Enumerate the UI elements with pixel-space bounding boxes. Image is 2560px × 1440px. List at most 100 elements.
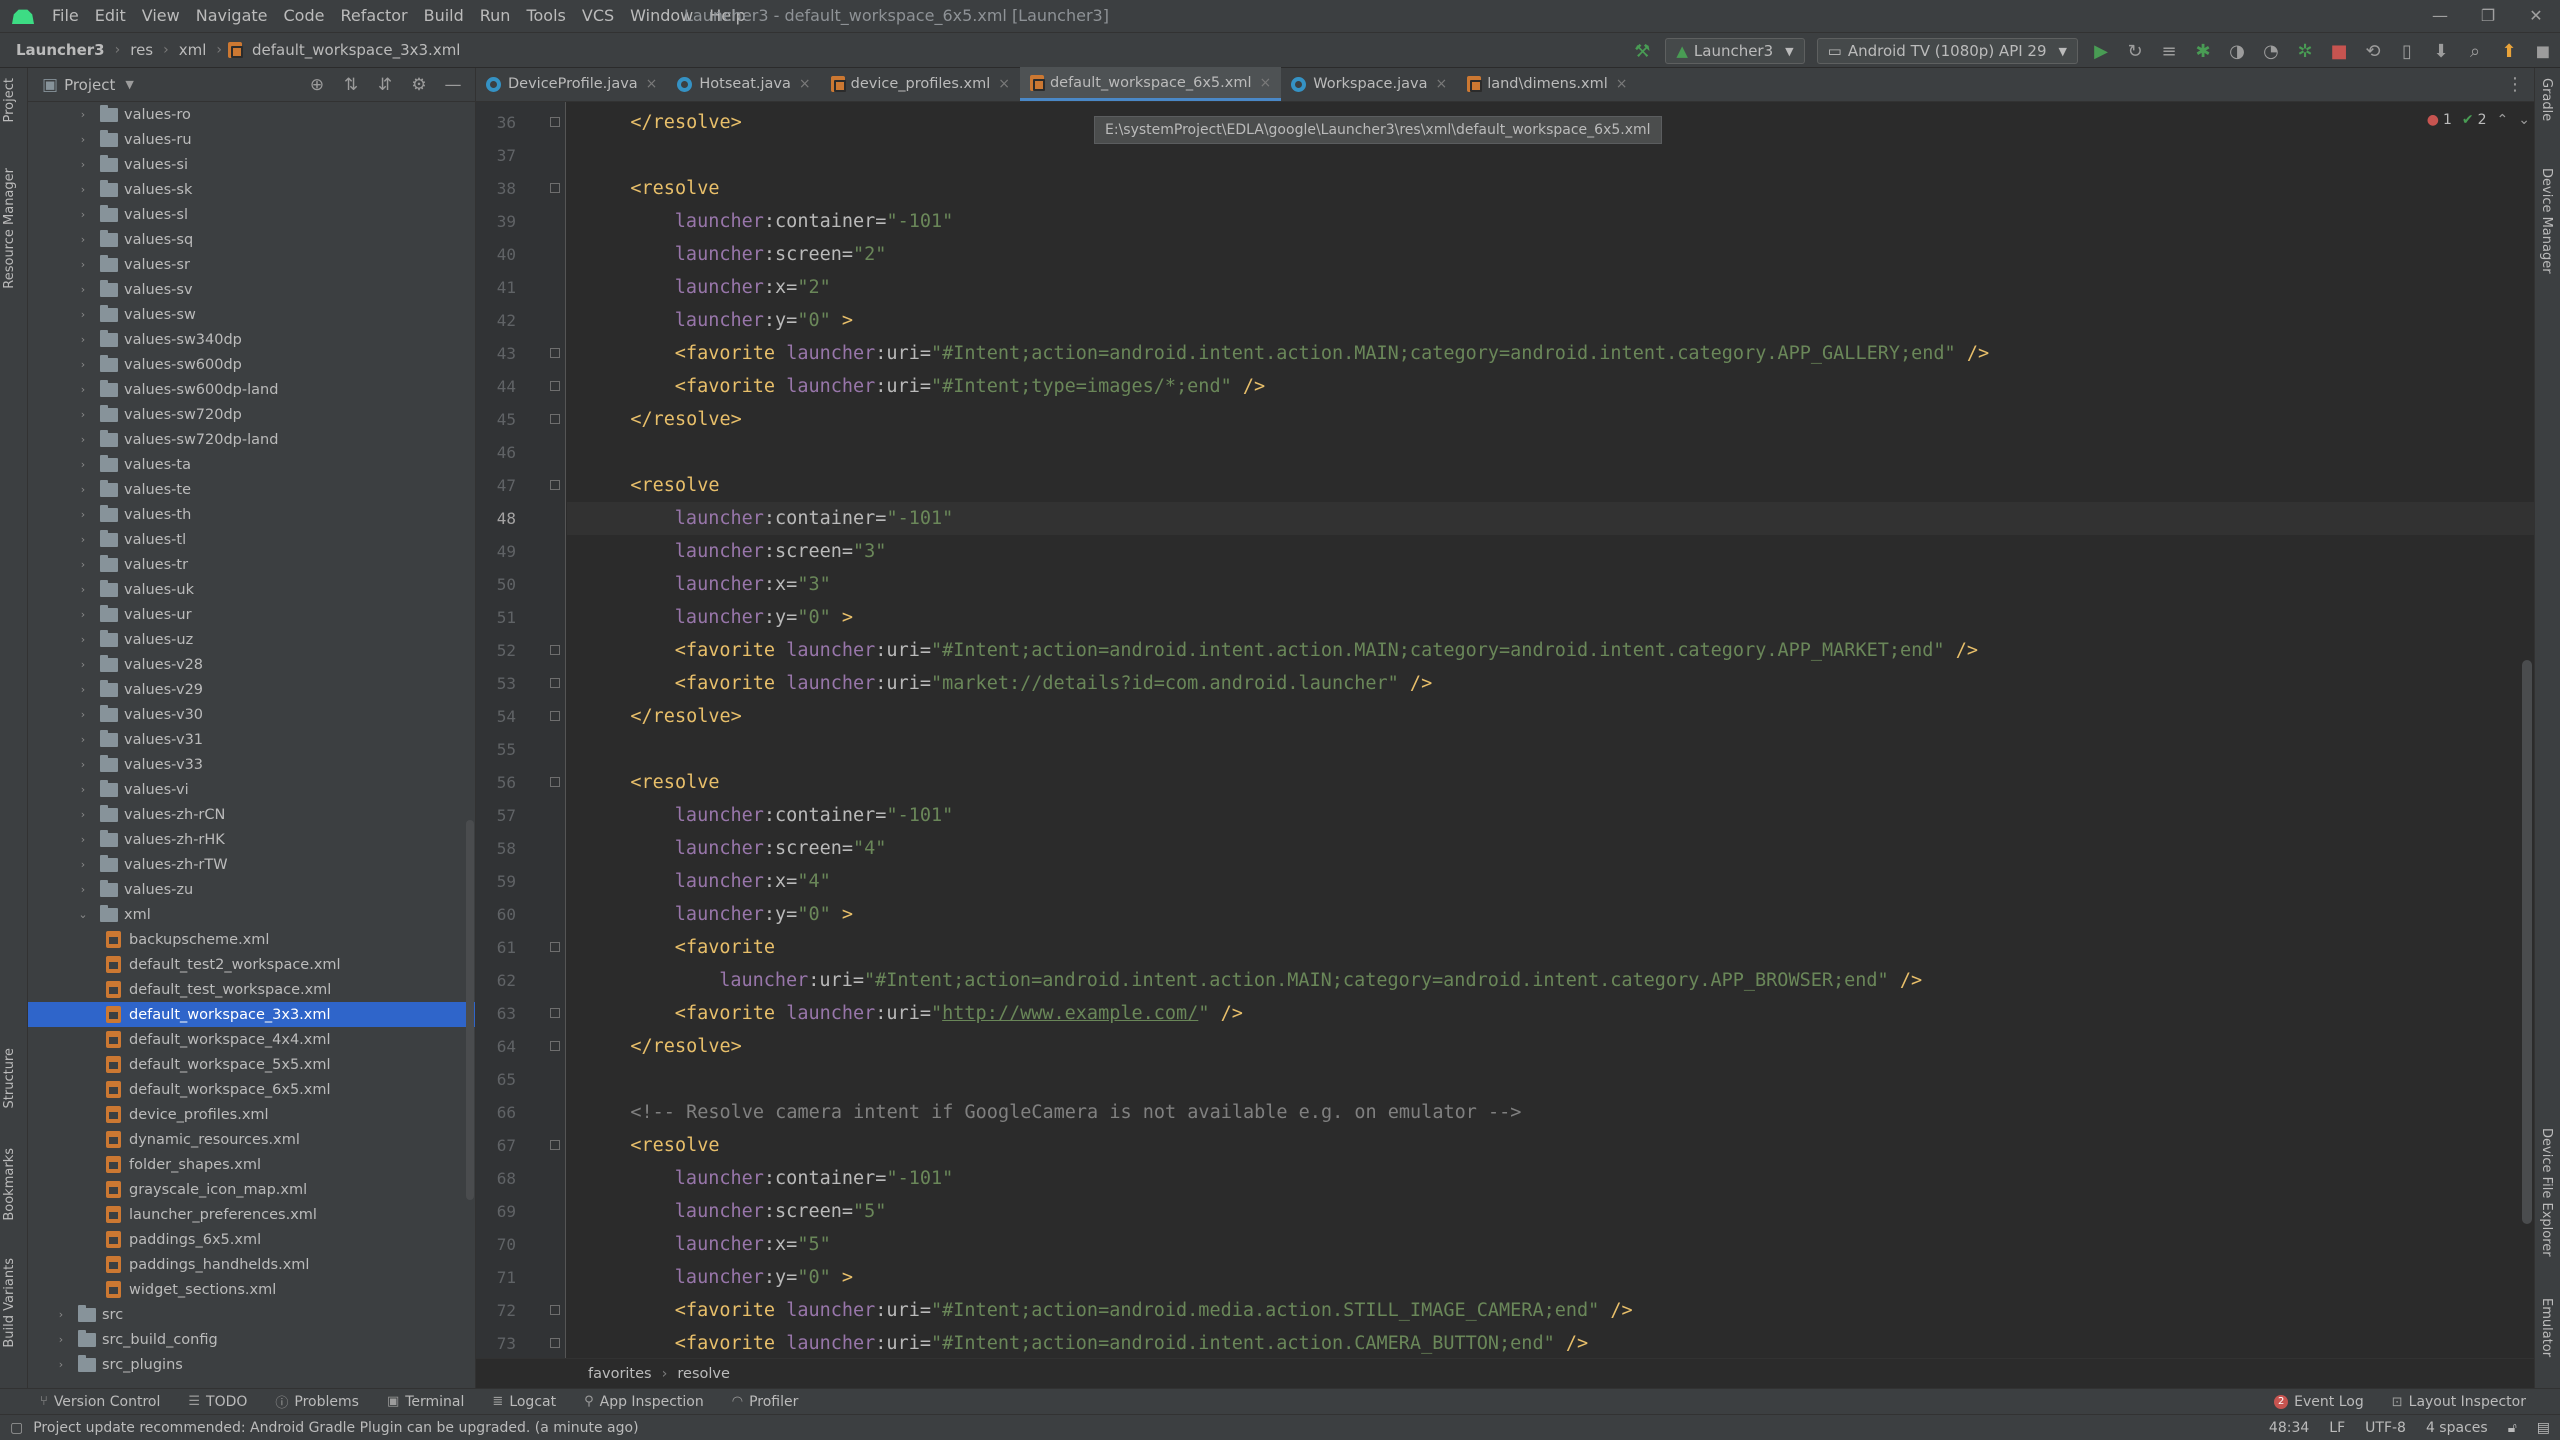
- chevron-right-icon[interactable]: ›: [76, 833, 90, 846]
- tree-folder[interactable]: › src_build_config: [28, 1327, 475, 1352]
- code-line[interactable]: <resolve: [586, 766, 719, 799]
- code-line[interactable]: launcher:uri="#Intent;action=android.int…: [586, 964, 1922, 997]
- editor-tab[interactable]: device_profiles.xml ×: [821, 67, 1020, 101]
- close-tab-icon[interactable]: ×: [1616, 76, 1628, 92]
- tree-folder[interactable]: › values-te: [28, 477, 475, 502]
- chevron-right-icon[interactable]: ›: [76, 433, 90, 446]
- locate-file-icon[interactable]: ⊕: [303, 75, 331, 95]
- code-line[interactable]: <resolve: [586, 469, 719, 502]
- tree-folder[interactable]: › values-tr: [28, 552, 475, 577]
- tree-folder[interactable]: › values-sw: [28, 302, 475, 327]
- file-encoding[interactable]: UTF-8: [2365, 1420, 2406, 1436]
- chevron-right-icon[interactable]: ›: [76, 583, 90, 596]
- close-tab-icon[interactable]: ×: [1435, 76, 1447, 92]
- avatar[interactable]: ◼: [2526, 33, 2560, 69]
- chevron-right-icon[interactable]: ›: [76, 458, 90, 471]
- search-icon[interactable]: ⌕: [2458, 33, 2492, 69]
- tree-folder[interactable]: › values-v33: [28, 752, 475, 777]
- line-number[interactable]: 45: [476, 410, 516, 429]
- code-line[interactable]: launcher:screen="3": [586, 535, 887, 568]
- layout-inspector-button[interactable]: ⊡ Layout Inspector: [2378, 1394, 2540, 1410]
- more-tabs-icon[interactable]: ⋮: [2506, 68, 2524, 102]
- tree-folder[interactable]: › values-th: [28, 502, 475, 527]
- fold-marker-icon[interactable]: [550, 1338, 560, 1348]
- close-tab-icon[interactable]: ×: [799, 76, 811, 92]
- chevron-right-icon[interactable]: ›: [76, 883, 90, 896]
- tree-folder[interactable]: › values-zh-rTW: [28, 852, 475, 877]
- fold-marker-icon[interactable]: [550, 942, 560, 952]
- line-number[interactable]: 43: [476, 344, 516, 363]
- close-icon[interactable]: ✕: [2512, 0, 2560, 32]
- tree-file[interactable]: dynamic_resources.xml: [28, 1127, 475, 1152]
- line-number[interactable]: 37: [476, 146, 516, 165]
- tree-folder[interactable]: › values-ru: [28, 127, 475, 152]
- menu-code[interactable]: Code: [276, 0, 333, 32]
- chevron-right-icon[interactable]: ›: [76, 358, 90, 371]
- line-number[interactable]: 61: [476, 938, 516, 957]
- chevron-right-icon[interactable]: ›: [76, 333, 90, 346]
- tool-todo[interactable]: ☰ TODO: [174, 1392, 261, 1411]
- line-number[interactable]: 66: [476, 1103, 516, 1122]
- line-number[interactable]: 36: [476, 113, 516, 132]
- chevron-right-icon[interactable]: ›: [76, 233, 90, 246]
- line-number[interactable]: 70: [476, 1235, 516, 1254]
- line-number[interactable]: 71: [476, 1268, 516, 1287]
- tree-folder[interactable]: › values-sl: [28, 202, 475, 227]
- line-number[interactable]: 62: [476, 971, 516, 990]
- fold-marker-icon[interactable]: [550, 1305, 560, 1315]
- breadcrumb-resolve[interactable]: resolve: [677, 1366, 730, 1382]
- breadcrumb-project[interactable]: Launcher3: [0, 41, 109, 59]
- chevron-right-icon[interactable]: ›: [76, 783, 90, 796]
- chevron-right-icon[interactable]: ›: [76, 608, 90, 621]
- fold-marker-icon[interactable]: [550, 1140, 560, 1150]
- line-number[interactable]: 51: [476, 608, 516, 627]
- line-number[interactable]: 39: [476, 212, 516, 231]
- code-line[interactable]: </resolve>: [586, 1030, 741, 1063]
- tree-folder[interactable]: › values-sw600dp: [28, 352, 475, 377]
- code-line[interactable]: launcher:screen="2": [586, 238, 887, 271]
- menu-tools[interactable]: Tools: [518, 0, 573, 32]
- line-number[interactable]: 72: [476, 1301, 516, 1320]
- chevron-right-icon[interactable]: ›: [76, 733, 90, 746]
- tab-gradle[interactable]: Gradle: [2539, 78, 2554, 121]
- tab-resource-manager[interactable]: Resource Manager: [2, 168, 17, 289]
- editor-scrollbar[interactable]: [2522, 660, 2532, 1224]
- update-icon[interactable]: ⬆: [2492, 33, 2526, 69]
- code-line[interactable]: launcher:container="-101": [586, 1162, 953, 1195]
- fold-marker-icon[interactable]: [550, 777, 560, 787]
- fold-marker-icon[interactable]: [550, 414, 560, 424]
- line-number[interactable]: 57: [476, 806, 516, 825]
- line-number[interactable]: 69: [476, 1202, 516, 1221]
- code-line[interactable]: </resolve>: [586, 403, 741, 436]
- fold-marker-icon[interactable]: [550, 711, 560, 721]
- tool-app-inspection[interactable]: ⚲ App Inspection: [570, 1392, 718, 1411]
- code-line[interactable]: </resolve>: [586, 700, 741, 733]
- gear-icon[interactable]: ⚙: [405, 75, 433, 95]
- chevron-right-icon[interactable]: ›: [76, 858, 90, 871]
- code-line[interactable]: launcher:y="0" >: [586, 1261, 853, 1294]
- chevron-down-icon[interactable]: ⌄: [2518, 112, 2530, 128]
- minimize-icon[interactable]: —: [2416, 0, 2464, 32]
- tool-problems[interactable]: ⓘ Problems: [261, 1392, 373, 1412]
- line-number[interactable]: 59: [476, 872, 516, 891]
- tree-file[interactable]: launcher_preferences.xml: [28, 1202, 475, 1227]
- code-line[interactable]: <favorite launcher:uri="#Intent;action=a…: [586, 337, 1989, 370]
- line-number[interactable]: 41: [476, 278, 516, 297]
- chevron-right-icon[interactable]: ›: [76, 408, 90, 421]
- chevron-right-icon[interactable]: ›: [76, 808, 90, 821]
- code-line[interactable]: <favorite launcher:uri="#Intent;action=a…: [586, 1294, 1633, 1327]
- code-line[interactable]: launcher:screen="5": [586, 1195, 887, 1228]
- tree-folder[interactable]: › values-sk: [28, 177, 475, 202]
- tree-folder[interactable]: › values-tl: [28, 527, 475, 552]
- code-line[interactable]: launcher:container="-101": [586, 502, 953, 535]
- tool-version-control[interactable]: ⑂ Version Control: [26, 1392, 174, 1411]
- chevron-up-icon[interactable]: ⌃: [2497, 112, 2509, 128]
- line-separator[interactable]: LF: [2329, 1420, 2345, 1436]
- menu-vcs[interactable]: VCS: [574, 0, 622, 32]
- status-message[interactable]: Project update recommended: Android Grad…: [33, 1420, 638, 1436]
- project-panel-title[interactable]: Project: [64, 76, 115, 94]
- fold-marker-icon[interactable]: [550, 381, 560, 391]
- chevron-down-icon[interactable]: ▼: [125, 78, 133, 91]
- code-line[interactable]: <favorite launcher:uri="#Intent;type=ima…: [586, 370, 1265, 403]
- editor-tab[interactable]: DeviceProfile.java ×: [476, 67, 667, 101]
